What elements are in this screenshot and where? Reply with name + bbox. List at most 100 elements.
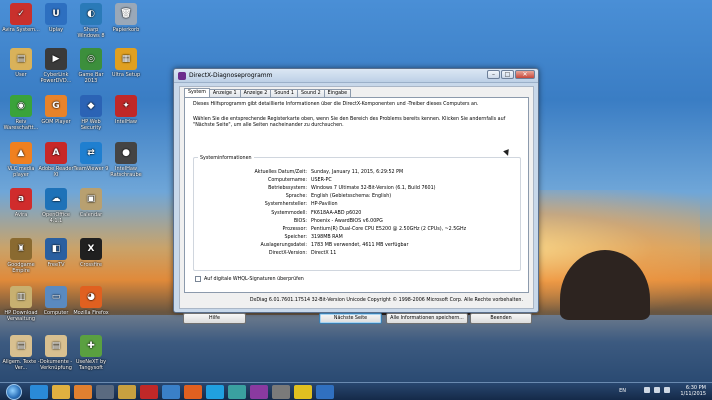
info-value: FK618AA-ABD p6020: [311, 210, 362, 216]
desktop-icon[interactable]: ▤ User: [2, 48, 40, 78]
desktop-icon[interactable]: ☁ OpenOffice 4.1.1: [37, 188, 75, 224]
desktop-icon[interactable]: ▶ CyberLink PowerDVD...: [37, 48, 75, 84]
info-label: Auslagerungsdatei:: [260, 243, 307, 249]
info-label: Systemmodell:: [271, 210, 307, 216]
desktop-icon[interactable]: ◧ FreeTV: [37, 238, 75, 268]
system-panel: Dieses Hilfsprogramm gibt detaillierte I…: [184, 97, 529, 293]
info-row: Systemhersteller: HP-Pavilion: [194, 201, 520, 209]
desktop-icon[interactable]: ✓ Avira System...: [2, 3, 40, 33]
system-info-rows: Aktuelles Datum/Zeit: Sunday, January 11,…: [194, 168, 520, 258]
directx-icon: [178, 72, 186, 80]
desktop-icon-label: Computer: [43, 310, 69, 316]
desktop-icon[interactable]: a Avira: [2, 188, 40, 218]
info-value: HP-Pavilion: [311, 202, 338, 208]
app-icon: ▦: [115, 48, 137, 70]
app6-taskbar-icon[interactable]: [272, 385, 290, 399]
whql-checkbox[interactable]: [195, 276, 201, 282]
desktop-icon[interactable]: ◕ Mozilla Firefox: [72, 286, 110, 316]
info-value: 1783 MB verwendet, 4611 MB verfügbar: [311, 243, 409, 249]
desktop-icon[interactable]: ▥ HP Download Verwaltung: [2, 286, 40, 322]
network-icon[interactable]: [654, 387, 660, 393]
tab-anzeige-2[interactable]: Anzeige 2: [239, 89, 272, 97]
info-label: Aktuelles Datum/Zeit:: [254, 169, 307, 175]
desktop-icon[interactable]: G GOM Player: [37, 95, 75, 125]
volume-icon[interactable]: [664, 387, 670, 393]
media-taskbar-icon[interactable]: [74, 385, 92, 399]
desktop-icon-label: User: [15, 72, 27, 78]
desktop-icon[interactable]: ◉ Reiv Wareschaftt...: [2, 95, 40, 131]
app7-taskbar-icon[interactable]: [316, 385, 334, 399]
window-controls: – □ ✕: [487, 70, 535, 79]
desktop-icon-label: Sharp Windows 8: [77, 27, 105, 39]
info-label: Betriebssystem:: [268, 185, 307, 191]
app3-taskbar-icon[interactable]: [140, 385, 158, 399]
desktop-icon[interactable]: ⇄ TeamViewer 9: [72, 142, 110, 172]
desktop-icon[interactable]: ◎ Game Bar 2013: [72, 48, 110, 84]
desktop-icon[interactable]: ▣ Calendar: [72, 188, 110, 218]
directx-taskbar-icon[interactable]: [250, 385, 268, 399]
firefox-taskbar-icon[interactable]: [184, 385, 202, 399]
desktop-icon-label: CyberLink PowerDVD...: [40, 72, 72, 84]
tab-system[interactable]: System: [184, 88, 210, 97]
desktop-icon[interactable]: ▲ VLC media player: [2, 142, 40, 178]
desktop-icon[interactable]: ✚ UseNeXT by Tangysoft: [72, 335, 110, 371]
app-icon: X: [80, 238, 102, 260]
app-icon: ◎: [80, 48, 102, 70]
explorer-taskbar-icon[interactable]: [52, 385, 70, 399]
desktop-icon[interactable]: ◆ HP Web Security: [72, 95, 110, 131]
language-indicator[interactable]: EN: [619, 388, 626, 394]
dxdiag-window[interactable]: DirectX-Diagnoseprogramm – □ ✕ System An…: [173, 68, 539, 324]
app4-taskbar-icon[interactable]: [162, 385, 180, 399]
exit-button[interactable]: Beenden: [470, 313, 532, 324]
app5-taskbar-icon[interactable]: [228, 385, 246, 399]
save-all-button[interactable]: Alle Informationen speichern...: [386, 313, 468, 324]
app-icon: ▤: [10, 48, 32, 70]
minimize-icon[interactable]: –: [487, 70, 500, 79]
whql-checkbox-row[interactable]: Auf digitale WHQL-Signaturen überprüfen: [195, 276, 304, 282]
tab-sound-1[interactable]: Sound 1: [270, 89, 298, 97]
info-label: Systemhersteller:: [264, 202, 307, 208]
desktop-icon[interactable]: 🗑 Papierkorb: [107, 3, 145, 33]
tab-anzeige-1[interactable]: Anzeige 1: [208, 89, 241, 97]
window-titlebar[interactable]: DirectX-Diagnoseprogramm – □ ✕: [174, 69, 538, 83]
app-icon: U: [45, 3, 67, 25]
desktop-icon[interactable]: U Uplay: [37, 3, 75, 33]
xbox-taskbar-icon[interactable]: [294, 385, 312, 399]
app-icon: a: [10, 188, 32, 210]
skype-taskbar-icon[interactable]: [206, 385, 224, 399]
desktop-icon[interactable]: ▤ Dokumente - Verknüpfung: [37, 335, 75, 371]
app-icon: ▲: [10, 142, 32, 164]
app-icon: ▥: [10, 286, 32, 308]
app2-taskbar-icon[interactable]: [118, 385, 136, 399]
desktop-icon[interactable]: A Adobe Reader XI: [37, 142, 75, 178]
app1-taskbar-icon[interactable]: [96, 385, 114, 399]
desktop-icon[interactable]: X Crossfire: [72, 238, 110, 268]
desktop-icon[interactable]: ◐ Sharp Windows 8: [72, 3, 110, 39]
desktop-icon-label: Dokumente - Verknüpfung: [39, 359, 73, 371]
start-button[interactable]: [6, 384, 22, 400]
clock[interactable]: 6:30 PM 1/11/2015: [680, 385, 706, 397]
help-button[interactable]: Hilfe: [183, 313, 246, 324]
desktop-icon[interactable]: ✦ IntelHaw: [107, 95, 145, 125]
tab-sound-2[interactable]: Sound 2: [296, 89, 325, 97]
desktop-icon[interactable]: ♜ Goodgame Empire: [2, 238, 40, 274]
desktop-icon[interactable]: ▦ Ultra Setup: [107, 48, 145, 78]
tab-eingabe[interactable]: Eingabe: [323, 89, 352, 97]
desktop-icon[interactable]: ▭ Computer: [37, 286, 75, 316]
app-icon: ◐: [80, 3, 102, 25]
close-icon[interactable]: ✕: [515, 70, 535, 79]
desktop-icon[interactable]: ▤ Allgem. Texte - Ver...: [2, 335, 40, 371]
desktop-icon-label: VLC media player: [7, 166, 35, 178]
desktop-icon-label: HP Download Verwaltung: [4, 310, 38, 322]
instruction-text: Wählen Sie die entsprechende Registerkar…: [193, 117, 506, 128]
whql-checkbox-label: Auf digitale WHQL-Signaturen überprüfen: [204, 276, 304, 282]
desktop-icon-label: Mozilla Firefox: [73, 310, 109, 316]
info-value: DirectX 11: [311, 251, 337, 257]
maximize-icon[interactable]: □: [501, 70, 514, 79]
desktop-icon-label: Avira System...: [2, 27, 40, 33]
desktop-icon[interactable]: ● IntelHaw Ratschraube: [107, 142, 145, 178]
info-row: Speicher: 3198MB RAM: [194, 234, 520, 242]
action-center-icon[interactable]: [644, 387, 650, 393]
ie-taskbar-icon[interactable]: [30, 385, 48, 399]
next-page-button[interactable]: Nächste Seite: [319, 313, 382, 324]
